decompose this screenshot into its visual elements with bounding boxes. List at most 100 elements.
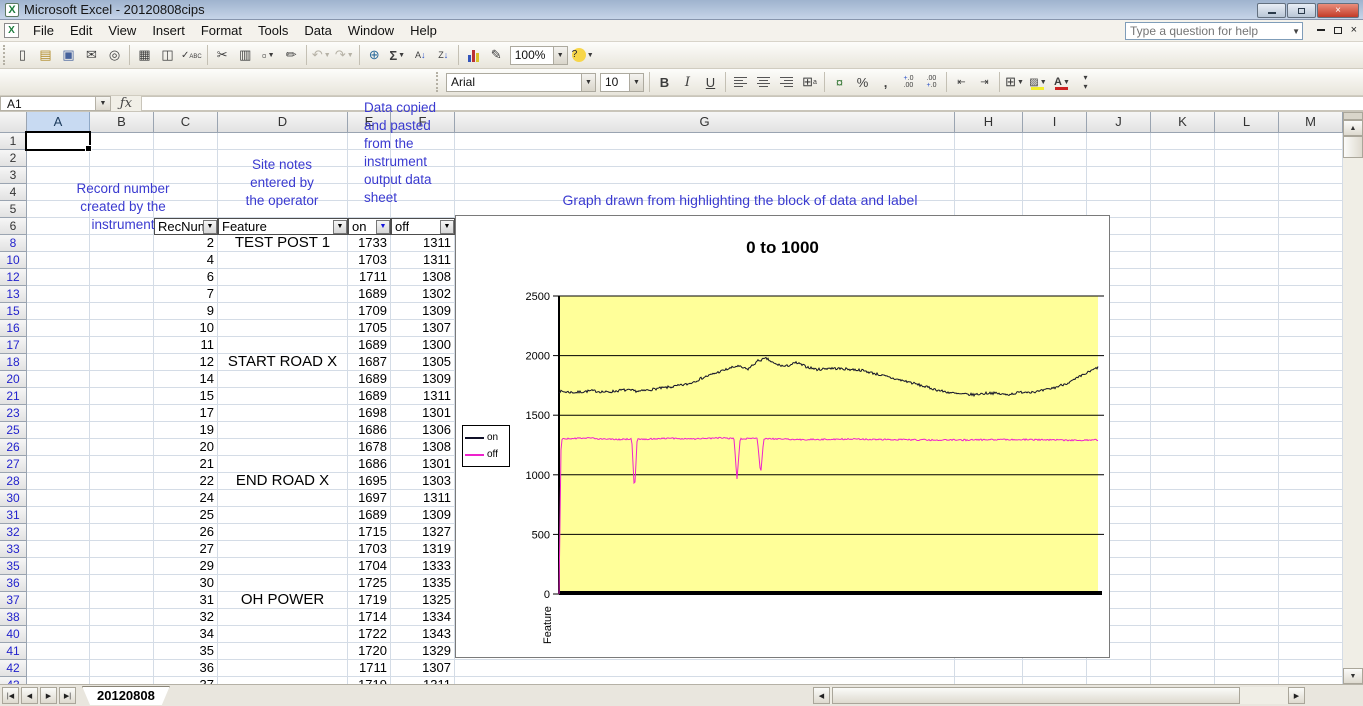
row-header-33[interactable]: 33 — [0, 541, 27, 558]
cell-B30[interactable] — [90, 490, 154, 507]
cell-F10[interactable]: 1311 — [391, 252, 455, 269]
row-header-38[interactable]: 38 — [0, 609, 27, 626]
cell-L1[interactable] — [1215, 133, 1279, 150]
cell-E10[interactable]: 1703 — [348, 252, 391, 269]
cell-B1[interactable] — [90, 133, 154, 150]
cell-A2[interactable] — [27, 150, 90, 167]
cell-K42[interactable] — [1151, 660, 1215, 677]
cell-B35[interactable] — [90, 558, 154, 575]
cell-C26[interactable]: 20 — [154, 439, 218, 456]
cell-C21[interactable]: 15 — [154, 388, 218, 405]
cell-E36[interactable]: 1725 — [348, 575, 391, 592]
cell-L41[interactable] — [1215, 643, 1279, 660]
cell-F17[interactable]: 1300 — [391, 337, 455, 354]
cell-K21[interactable] — [1151, 388, 1215, 405]
cell-B16[interactable] — [90, 320, 154, 337]
search-icon[interactable]: ◎ — [104, 45, 125, 66]
cell-I4[interactable] — [1023, 184, 1087, 201]
cell-L12[interactable] — [1215, 269, 1279, 286]
cell-F40[interactable]: 1343 — [391, 626, 455, 643]
cell-G1[interactable] — [455, 133, 955, 150]
cell-L20[interactable] — [1215, 371, 1279, 388]
cell-A26[interactable] — [27, 439, 90, 456]
drawing-icon[interactable]: ✎ — [486, 45, 507, 66]
cell-L36[interactable] — [1215, 575, 1279, 592]
help-icon[interactable]: ?▼ — [571, 45, 595, 66]
menu-tools[interactable]: Tools — [250, 21, 296, 40]
row-header-43[interactable]: 43 — [0, 677, 27, 684]
cell-F15[interactable]: 1309 — [391, 303, 455, 320]
menu-help[interactable]: Help — [402, 21, 445, 40]
cell-E25[interactable]: 1686 — [348, 422, 391, 439]
percent-icon[interactable]: % — [852, 72, 873, 93]
cell-J4[interactable] — [1087, 184, 1151, 201]
toolbar-options-icon[interactable]: ▾▾ — [1075, 72, 1096, 93]
cell-C27[interactable]: 21 — [154, 456, 218, 473]
sort-ascending-icon[interactable]: A↓ — [410, 45, 431, 66]
column-header-I[interactable]: I — [1023, 112, 1087, 133]
cell-D15[interactable] — [218, 303, 348, 320]
cell-M21[interactable] — [1279, 388, 1343, 405]
cell-C15[interactable]: 9 — [154, 303, 218, 320]
cell-M28[interactable] — [1279, 473, 1343, 490]
cell-H43[interactable] — [955, 677, 1023, 684]
cell-I43[interactable] — [1023, 677, 1087, 684]
cell-F12[interactable]: 1308 — [391, 269, 455, 286]
cell-C33[interactable]: 27 — [154, 541, 218, 558]
cell-H42[interactable] — [955, 660, 1023, 677]
copy-icon[interactable]: ▥ — [235, 45, 256, 66]
cell-K8[interactable] — [1151, 235, 1215, 252]
cell-B41[interactable] — [90, 643, 154, 660]
cell-A35[interactable] — [27, 558, 90, 575]
cell-B25[interactable] — [90, 422, 154, 439]
cell-L8[interactable] — [1215, 235, 1279, 252]
cell-A43[interactable] — [27, 677, 90, 684]
cell-B13[interactable] — [90, 286, 154, 303]
cell-L35[interactable] — [1215, 558, 1279, 575]
tab-next-icon[interactable]: ▶ — [40, 687, 57, 704]
cell-D21[interactable] — [218, 388, 348, 405]
row-header-17[interactable]: 17 — [0, 337, 27, 354]
cell-D30[interactable] — [218, 490, 348, 507]
cell-A32[interactable] — [27, 524, 90, 541]
menu-view[interactable]: View — [100, 21, 144, 40]
cell-D10[interactable] — [218, 252, 348, 269]
cell-K40[interactable] — [1151, 626, 1215, 643]
decrease-indent-icon[interactable]: ⇤ — [951, 72, 972, 93]
row-header-26[interactable]: 26 — [0, 439, 27, 456]
cell-M3[interactable] — [1279, 167, 1343, 184]
cell-K5[interactable] — [1151, 201, 1215, 218]
cell-C2[interactable] — [154, 150, 218, 167]
cell-K3[interactable] — [1151, 167, 1215, 184]
cell-L26[interactable] — [1215, 439, 1279, 456]
cell-A28[interactable] — [27, 473, 90, 490]
cell-D23[interactable] — [218, 405, 348, 422]
scroll-right-icon[interactable]: ▶ — [1288, 687, 1305, 704]
cell-K16[interactable] — [1151, 320, 1215, 337]
print-preview-icon[interactable]: ◫ — [157, 45, 178, 66]
cell-F37[interactable]: 1325 — [391, 592, 455, 609]
cell-K26[interactable] — [1151, 439, 1215, 456]
column-header-A[interactable]: A — [27, 112, 90, 133]
cell-D31[interactable] — [218, 507, 348, 524]
close-button[interactable]: × — [1317, 3, 1359, 18]
cell-G2[interactable] — [455, 150, 955, 167]
cell-B15[interactable] — [90, 303, 154, 320]
chart-wizard-icon[interactable] — [463, 45, 484, 66]
cell-A36[interactable] — [27, 575, 90, 592]
cell-M25[interactable] — [1279, 422, 1343, 439]
cell-G43[interactable] — [455, 677, 955, 684]
cell-D25[interactable] — [218, 422, 348, 439]
scroll-down-icon[interactable]: ▼ — [1343, 668, 1363, 684]
borders-icon[interactable]: ⊞▼ — [1004, 72, 1025, 93]
cell-D43[interactable] — [218, 677, 348, 684]
cell-A37[interactable] — [27, 592, 90, 609]
save-icon[interactable]: ▣ — [58, 45, 79, 66]
row-header-10[interactable]: 10 — [0, 252, 27, 269]
cell-E26[interactable]: 1678 — [348, 439, 391, 456]
cell-L43[interactable] — [1215, 677, 1279, 684]
cell-K10[interactable] — [1151, 252, 1215, 269]
cell-A13[interactable] — [27, 286, 90, 303]
cell-D27[interactable] — [218, 456, 348, 473]
cell-C43[interactable]: 37 — [154, 677, 218, 684]
